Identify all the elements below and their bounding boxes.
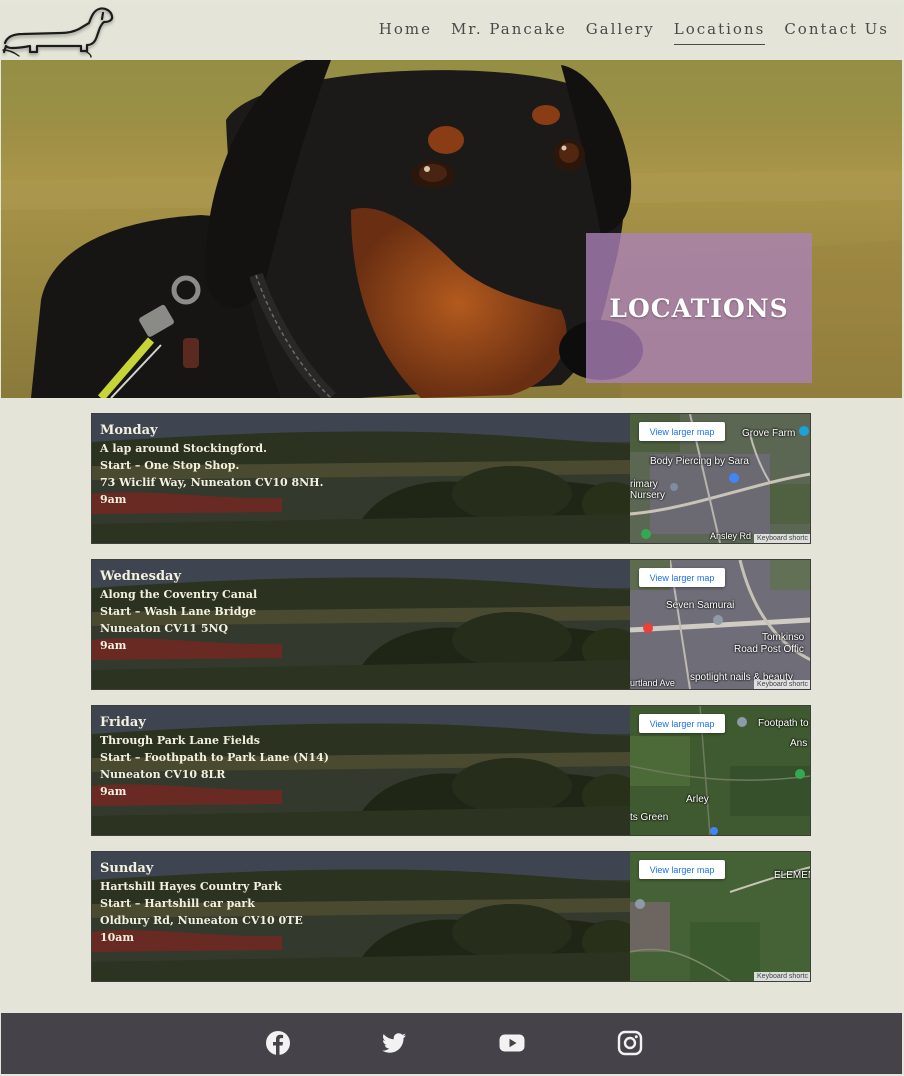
walk-route: Hartshill Hayes Country Park (100, 880, 282, 893)
dachshund-logo-icon[interactable] (1, 3, 117, 60)
nav-link-locations[interactable]: Locations (673, 20, 766, 45)
walk-day: Wednesday (100, 569, 182, 584)
map-label: rimary (630, 479, 658, 490)
map-label: Ansley Rd (710, 531, 752, 541)
walk-route: Along the Coventry Canal (100, 588, 258, 601)
walk-route: Through Park Lane Fields (100, 734, 260, 747)
view-larger-map-link[interactable]: View larger map (639, 568, 725, 587)
walk-details: Wednesday Along the Coventry Canal Start… (100, 568, 257, 654)
page: Home Mr. Pancake Gallery Locations Conta… (1, 3, 902, 1074)
walk-address: 73 Wiclif Way, Nuneaton CV10 8NH. (100, 476, 324, 489)
nav-link-home[interactable]: Home (379, 20, 432, 45)
walk-start: Start – Wash Lane Bridge (100, 605, 257, 618)
walk-start: Start – Foothpath to Park Lane (N14) (100, 751, 329, 764)
walk-details: Sunday Hartshill Hayes Country Park Star… (100, 860, 303, 946)
view-larger-map-link[interactable]: View larger map (639, 714, 725, 733)
map-label: ELEMEN (774, 870, 810, 881)
walk-card-wednesday: Wednesday Along the Coventry Canal Start… (91, 559, 811, 690)
map-label: Grove Farm (742, 428, 796, 439)
walk-day: Friday (100, 715, 146, 730)
walk-address: Nuneaton CV11 5NQ (100, 622, 229, 635)
youtube-icon[interactable] (499, 1030, 525, 1056)
map-keyboard-shortcuts[interactable]: Keyboard shortc (754, 680, 810, 689)
map-label: Body Piercing by Sara (650, 456, 749, 467)
walk-route: A lap around Stockingford. (100, 442, 267, 455)
instagram-icon[interactable] (617, 1030, 643, 1056)
walk-card-friday: Friday Through Park Lane Fields Start – … (91, 705, 811, 836)
walk-time: 9am (100, 639, 127, 652)
walk-day: Monday (100, 423, 158, 438)
site-header: Home Mr. Pancake Gallery Locations Conta… (1, 3, 902, 60)
walk-time: 9am (100, 785, 127, 798)
map-label: Seven Samurai (666, 600, 735, 611)
map-label: Road Post Offic (734, 644, 804, 655)
map-keyboard-shortcuts[interactable]: Keyboard shortc (754, 534, 810, 543)
facebook-icon[interactable] (265, 1030, 291, 1056)
map-label: Arley (686, 794, 709, 805)
main-nav: Home Mr. Pancake Gallery Locations Conta… (379, 20, 889, 45)
embedded-map[interactable]: Footpath to Ans Arley ts Green View larg… (630, 706, 810, 835)
site-footer (1, 1013, 902, 1074)
walk-details: Monday A lap around Stockingford. Start … (100, 422, 323, 508)
embedded-map[interactable]: Grove Farm Body Piercing by Sara rimary … (630, 414, 810, 543)
walk-card-monday: Monday A lap around Stockingford. Start … (91, 413, 811, 544)
map-label: Footpath to (758, 718, 809, 729)
view-larger-map-link[interactable]: View larger map (639, 860, 725, 879)
walk-start: Start – Hartshill car park (100, 897, 255, 910)
map-keyboard-shortcuts[interactable]: Keyboard shortc (754, 972, 810, 981)
hero-title-box: LOCATIONS (586, 233, 812, 383)
nav-link-gallery[interactable]: Gallery (586, 20, 655, 45)
walk-day: Sunday (100, 861, 154, 876)
nav-link-contact-us[interactable]: Contact Us (784, 20, 889, 45)
page-title: LOCATIONS (609, 293, 789, 323)
view-larger-map-link[interactable]: View larger map (639, 422, 725, 441)
map-label: Ans (790, 738, 808, 749)
map-label: Tomkinso (762, 632, 805, 643)
walk-address: Nuneaton CV10 8LR (100, 768, 226, 781)
twitter-icon[interactable] (381, 1030, 407, 1056)
embedded-map[interactable]: Seven Samurai Tomkinso Road Post Offic s… (630, 560, 810, 689)
walk-time: 9am (100, 493, 127, 506)
map-label: ts Green (630, 812, 669, 823)
embedded-map[interactable]: ELEMEN View larger map Keyboard shortc (630, 852, 810, 981)
walk-details: Friday Through Park Lane Fields Start – … (100, 714, 329, 800)
walk-card-sunday: Sunday Hartshill Hayes Country Park Star… (91, 851, 811, 982)
walk-address: Oldbury Rd, Nuneaton CV10 0TE (100, 914, 303, 927)
walk-time: 10am (100, 931, 135, 944)
map-label: urtland Ave (630, 678, 675, 688)
nav-link-mr-pancake[interactable]: Mr. Pancake (451, 20, 567, 45)
map-label: Nursery (630, 490, 666, 501)
walk-start: Start – One Stop Shop. (100, 459, 240, 472)
hero-banner: LOCATIONS (1, 60, 902, 398)
